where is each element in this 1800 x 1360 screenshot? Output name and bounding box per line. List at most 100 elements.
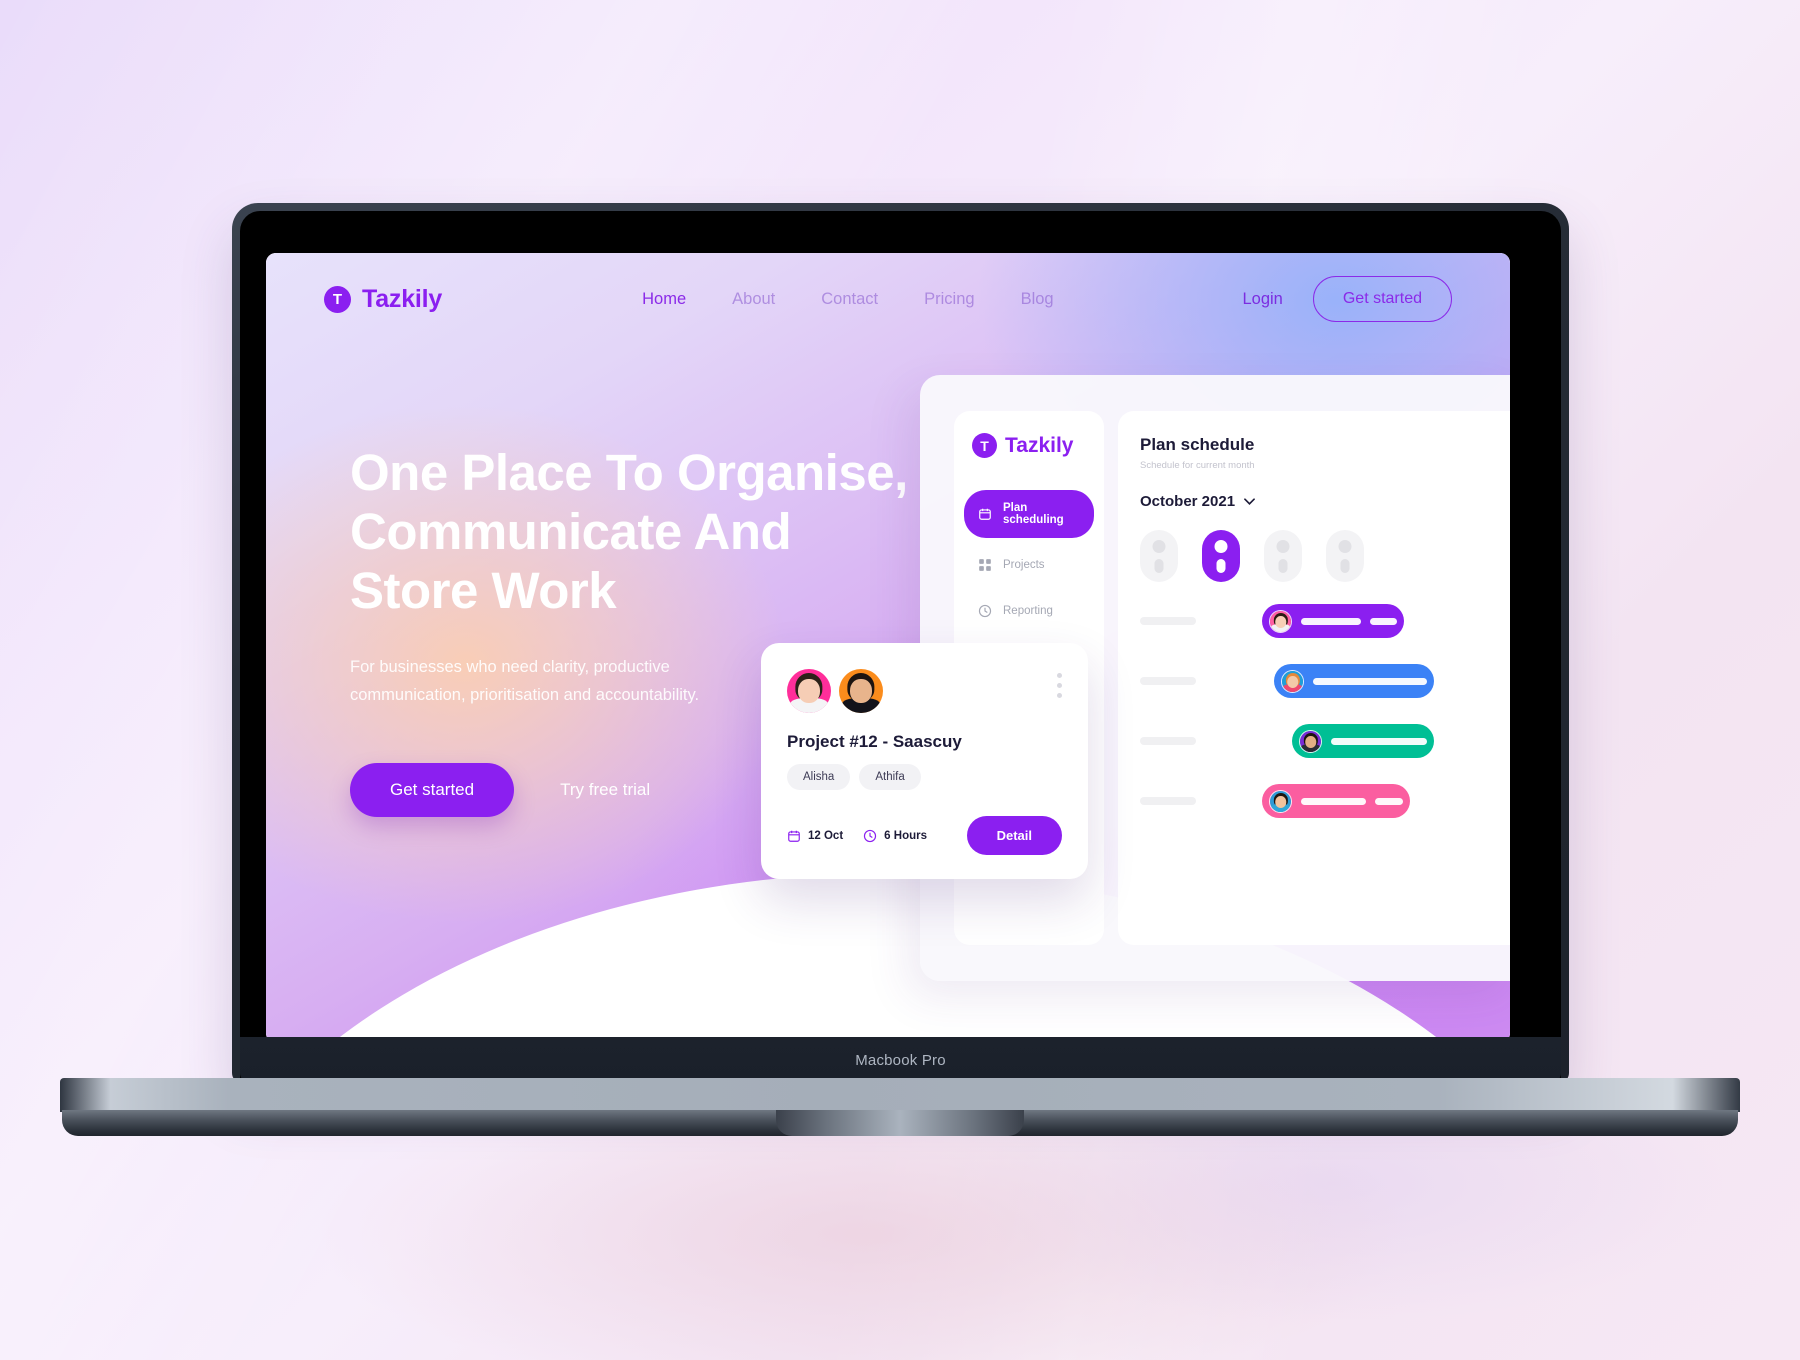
project-card-footer: 12 Oct 6 Hours Detail	[787, 816, 1062, 855]
nav-link-contact[interactable]: Contact	[821, 290, 878, 309]
schedule-bar-line	[1313, 677, 1427, 685]
schedule-bar-line	[1374, 797, 1403, 805]
schedule-bar-avatar	[1269, 609, 1292, 633]
day-pill[interactable]	[1326, 530, 1364, 582]
project-duration-label: 6 Hours	[884, 829, 927, 842]
device-label: Macbook Pro	[240, 1037, 1561, 1083]
calendar-icon	[788, 830, 800, 842]
schedule-row-label	[1140, 677, 1196, 685]
sidebar-item-reporting[interactable]: Reporting	[964, 592, 1094, 630]
nav-links: Home About Contact Pricing Blog	[642, 290, 1053, 309]
laptop-base-notch	[776, 1110, 1024, 1136]
day-pill-list	[1140, 530, 1510, 582]
project-date: 12 Oct	[787, 829, 843, 843]
navbar: T Tazkily Home About Contact Pricing Blo…	[266, 253, 1510, 345]
schedule-bar-line	[1301, 617, 1361, 625]
dashboard-brand: T Tazkily	[954, 433, 1104, 458]
panel-subtitle: Schedule for current month	[1140, 460, 1255, 471]
schedule-row	[1140, 724, 1510, 758]
clock-icon	[864, 829, 877, 842]
headline-line-3: Store Work	[350, 562, 617, 620]
brand-logo[interactable]: T Tazkily	[324, 285, 442, 314]
laptop-base-bottom	[62, 1110, 1738, 1136]
grid-icon	[979, 559, 991, 571]
project-tag-list: Alisha Athifa	[787, 764, 1062, 790]
schedule-bar-avatar	[1299, 729, 1322, 753]
laptop-base	[60, 1078, 1740, 1136]
nav-link-pricing[interactable]: Pricing	[924, 290, 974, 309]
schedule-bar-line	[1331, 737, 1427, 745]
schedule-row-list	[1140, 604, 1510, 818]
schedule-bar-line	[1301, 797, 1366, 805]
dashboard-main-panel: Plan schedule Schedule for current month…	[1118, 411, 1510, 945]
headline-line-1: One Place To Organise,	[350, 444, 908, 501]
project-tag[interactable]: Alisha	[787, 764, 851, 790]
sidebar-label-reporting: Reporting	[1003, 605, 1053, 617]
day-pill[interactable]	[1264, 530, 1302, 582]
schedule-bar[interactable]	[1274, 664, 1434, 698]
chevron-down-icon	[1244, 498, 1255, 505]
schedule-row	[1140, 664, 1510, 698]
schedule-bar-avatar	[1281, 669, 1304, 693]
nav-actions: Login Get started	[1242, 276, 1452, 322]
dot	[857, 897, 866, 906]
schedule-row	[1140, 784, 1510, 818]
nav-link-home[interactable]: Home	[642, 290, 686, 309]
page-title: One Place To Organise, Communicate And S…	[350, 443, 970, 620]
schedule-bar-avatar	[1269, 789, 1292, 813]
brand-name: Tazkily	[362, 284, 443, 313]
schedule-row-label	[1140, 617, 1196, 625]
website-page: T Tazkily Home About Contact Pricing Blo…	[266, 253, 1510, 1043]
sidebar-item-plan-scheduling[interactable]: Plan scheduling	[964, 490, 1094, 538]
hero-try-free-trial-link[interactable]: Try free trial	[560, 780, 650, 800]
month-selector[interactable]: October 2021	[1140, 493, 1510, 510]
athifa-avatar	[839, 669, 883, 713]
alisha-avatar	[787, 669, 831, 713]
dot	[809, 897, 818, 906]
nav-link-blog[interactable]: Blog	[1021, 290, 1054, 309]
calendar-icon	[979, 508, 991, 520]
sidebar-item-projects[interactable]: Projects	[964, 546, 1094, 584]
laptop-base-top	[60, 1078, 1740, 1112]
day-pill-selected[interactable]	[1202, 530, 1240, 582]
hero-get-started-button[interactable]: Get started	[350, 762, 515, 817]
more-options-icon[interactable]	[1057, 669, 1062, 698]
dot	[833, 897, 842, 906]
nav-get-started-button[interactable]: Get started	[1312, 276, 1452, 322]
subtitle-line-1: For businesses who need clarity, product…	[350, 658, 670, 677]
schedule-row-label	[1140, 797, 1196, 805]
nav-link-about[interactable]: About	[732, 290, 775, 309]
project-title: Project #12 - Saascuy	[787, 732, 962, 751]
laptop-mockup: T Tazkily Home About Contact Pricing Blo…	[0, 0, 1800, 1360]
schedule-bar[interactable]	[1262, 784, 1410, 818]
project-date-label: 12 Oct	[808, 829, 844, 842]
subtitle-line-2: communication, prioritisation and accoun…	[350, 685, 700, 704]
dashboard-brand-mark-icon: T	[972, 433, 997, 458]
brand-mark-icon: T	[324, 285, 351, 313]
project-tag[interactable]: Athifa	[859, 764, 921, 790]
project-detail-button[interactable]: Detail	[966, 816, 1062, 855]
schedule-bar-line	[1369, 617, 1397, 625]
dot	[881, 897, 890, 906]
laptop-screen: T Tazkily Home About Contact Pricing Blo…	[266, 253, 1510, 1043]
schedule-bar[interactable]	[1262, 604, 1404, 638]
laptop-screen-bezel: T Tazkily Home About Contact Pricing Blo…	[240, 211, 1561, 1083]
dashboard-sidebar-nav: Plan scheduling Projects Reporting	[954, 490, 1104, 630]
clock-icon	[978, 604, 992, 618]
month-label: October 2021	[1140, 493, 1236, 510]
schedule-row-label	[1140, 737, 1196, 745]
project-card: Project #12 - Saascuy Alisha Athifa 12 O…	[761, 643, 1088, 879]
project-duration: 6 Hours	[863, 829, 927, 843]
schedule-bar[interactable]	[1292, 724, 1434, 758]
sidebar-label-projects: Projects	[1003, 559, 1045, 571]
panel-title: Plan schedule	[1140, 435, 1255, 454]
project-avatar-group	[787, 669, 883, 713]
headline-line-2: Communicate And	[350, 503, 792, 561]
sidebar-label-plan-scheduling: Plan scheduling	[1003, 502, 1064, 526]
hero-subtitle: For businesses who need clarity, product…	[350, 654, 750, 708]
dashboard-brand-name: Tazkily	[1005, 433, 1074, 457]
login-link[interactable]: Login	[1242, 290, 1282, 309]
day-pill[interactable]	[1140, 530, 1178, 582]
laptop-lid: T Tazkily Home About Contact Pricing Blo…	[232, 203, 1569, 1083]
project-card-header	[787, 669, 1062, 713]
